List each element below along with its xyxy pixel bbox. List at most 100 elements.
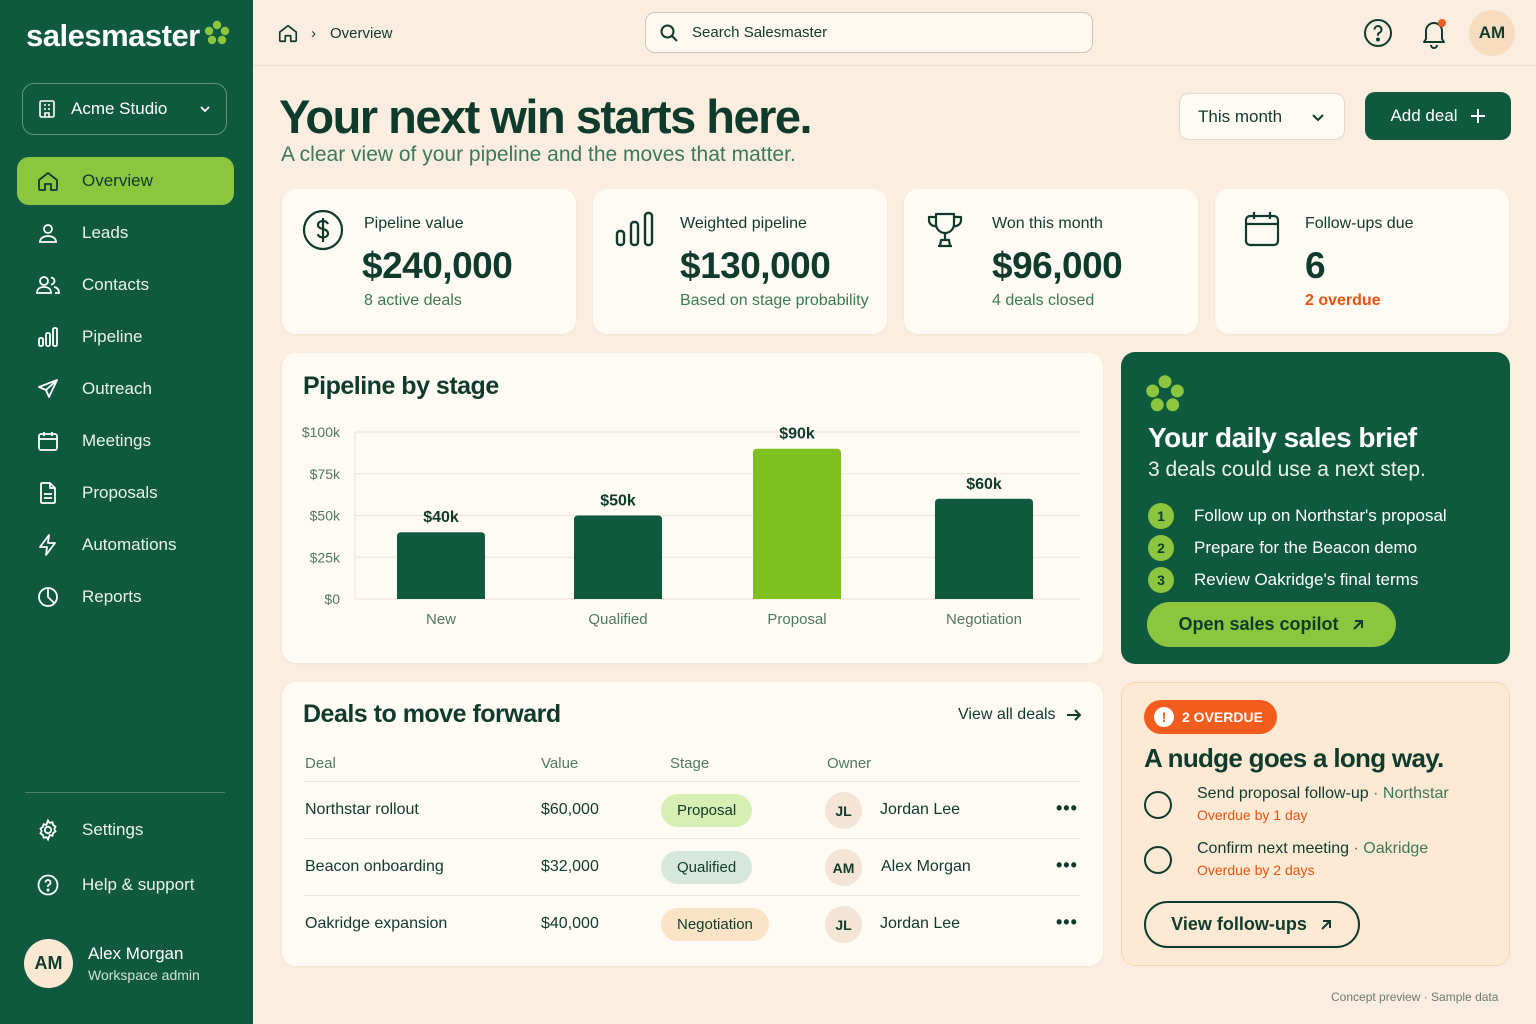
deal-name[interactable]: Beacon onboarding <box>305 858 444 876</box>
stat-card-follow-ups[interactable]: Follow-ups due 6 2 overdue <box>1215 189 1509 334</box>
follow-up-task: Send proposal follow-up · Northstar Over… <box>1144 785 1449 823</box>
users-icon <box>35 272 61 298</box>
app-logo[interactable]: salesmaster <box>26 18 230 54</box>
stat-note: 4 deals closed <box>992 292 1095 309</box>
brief-item-text: Prepare for the Beacon demo <box>1194 538 1418 557</box>
table-row[interactable]: Beacon onboarding $32,000 Qualified AM A… <box>304 838 1080 895</box>
sidebar-item-automations[interactable]: Automations <box>17 521 234 569</box>
bar-data-label: $60k <box>966 476 1002 493</box>
brief-item[interactable]: 2 Prepare for the Beacon demo <box>1148 532 1447 564</box>
follow-ups-title: A nudge goes a long way. <box>1144 743 1444 773</box>
bar-new <box>397 532 485 599</box>
stat-label: Pipeline value <box>364 215 464 232</box>
x-tick-label: Proposal <box>767 611 826 628</box>
sidebar-item-pipeline[interactable]: Pipeline <box>17 313 234 361</box>
view-all-deals-link[interactable]: View all deals <box>958 706 1082 724</box>
help-button[interactable] <box>1363 18 1393 48</box>
sidebar-item-reports[interactable]: Reports <box>17 573 234 621</box>
avatar[interactable]: AM <box>1469 10 1515 56</box>
sidebar-item-meetings[interactable]: Meetings <box>17 417 234 465</box>
stage-badge: Proposal <box>661 794 753 827</box>
stat-card-won-this-month[interactable]: Won this month $96,000 4 deals closed <box>904 189 1198 334</box>
sparkle-icon <box>1146 375 1184 412</box>
y-tick-label: $75k <box>310 466 341 482</box>
step-number: 1 <box>1148 503 1174 529</box>
help-icon <box>35 872 61 898</box>
deal-value: $60,000 <box>541 801 599 818</box>
deal-value: $40,000 <box>541 915 599 932</box>
more-options-icon[interactable]: ••• <box>1056 798 1078 819</box>
brief-title: Your daily sales brief <box>1148 422 1417 453</box>
x-tick-label: New <box>426 611 456 628</box>
more-options-icon[interactable]: ••• <box>1056 912 1078 933</box>
sidebar-item-proposals[interactable]: Proposals <box>17 469 234 517</box>
column-header-owner[interactable]: Owner <box>827 755 871 772</box>
table-row[interactable]: Northstar rollout $60,000 Proposal JL Jo… <box>304 781 1080 838</box>
step-number: 2 <box>1148 535 1174 561</box>
stat-value: $96,000 <box>992 245 1123 286</box>
task-title[interactable]: Send proposal follow-up <box>1197 785 1369 802</box>
sidebar-item-label: Contacts <box>82 275 150 294</box>
sidebar-item-label: Reports <box>82 587 142 606</box>
search-input[interactable]: Search Salesmaster <box>645 12 1093 53</box>
avatar: AM <box>24 939 73 988</box>
sidebar-bottom-nav: Settings Help & support <box>17 806 234 916</box>
help-icon <box>1364 19 1392 47</box>
stat-label: Weighted pipeline <box>680 215 807 232</box>
period-select[interactable]: This month <box>1179 93 1345 140</box>
add-deal-button[interactable]: Add deal <box>1365 92 1511 140</box>
sidebar-item-outreach[interactable]: Outreach <box>17 365 234 413</box>
dollar-icon <box>302 209 344 251</box>
task-title[interactable]: Confirm next meeting <box>1197 840 1349 857</box>
sidebar-item-leads[interactable]: Leads <box>17 209 234 257</box>
bar-qualified <box>574 515 662 599</box>
bell-icon <box>1423 19 1446 49</box>
deal-name[interactable]: Northstar rollout <box>305 801 419 819</box>
chevron-down-icon <box>200 106 210 113</box>
open-copilot-button[interactable]: Open sales copilot <box>1147 602 1396 647</box>
column-header-deal[interactable]: Deal <box>305 755 336 772</box>
step-number: 3 <box>1148 567 1174 593</box>
sidebar-item-contacts[interactable]: Contacts <box>17 261 234 309</box>
arrow-right-icon <box>1066 709 1081 721</box>
sidebar-item-help[interactable]: Help & support <box>17 861 234 909</box>
avatar: AM <box>825 849 862 886</box>
pipeline-chart-card: Pipeline by stage $0 $25k $50k $75k $100k $40… <box>282 353 1103 663</box>
task-checkbox[interactable] <box>1144 846 1172 874</box>
gear-icon <box>35 817 61 843</box>
lightning-icon <box>35 532 61 558</box>
task-account: · Oakridge <box>1353 840 1429 857</box>
view-follow-ups-button[interactable]: View follow-ups <box>1144 901 1360 948</box>
top-bar: › Overview Search Salesmaster AM <box>253 0 1536 66</box>
y-tick-label: $50k <box>310 508 341 524</box>
follow-up-task: Confirm next meeting · Oakridge Overdue … <box>1144 840 1428 878</box>
bar-data-label: $50k <box>600 493 636 510</box>
y-tick-label: $25k <box>310 549 341 565</box>
sidebar-item-settings[interactable]: Settings <box>17 806 234 854</box>
stat-card-weighted-pipeline[interactable]: Weighted pipeline $130,000 Based on stag… <box>593 189 887 334</box>
table-row[interactable]: Oakridge expansion $40,000 Negotiation J… <box>304 895 1080 952</box>
task-checkbox[interactable] <box>1144 791 1172 819</box>
brief-item[interactable]: 3 Review Oakridge's final terms <box>1148 564 1447 596</box>
brief-item[interactable]: 1 Follow up on Northstar's proposal <box>1148 500 1447 532</box>
stat-card-pipeline-value[interactable]: Pipeline value $240,000 8 active deals <box>282 189 576 334</box>
y-tick-label: $100k <box>302 424 341 440</box>
stage-badge: Qualified <box>661 851 753 884</box>
breadcrumb-separator-icon: › <box>311 24 316 42</box>
workspace-switcher[interactable]: Acme Studio <box>22 83 227 135</box>
user-profile[interactable]: AM Alex Morgan Workspace admin <box>24 939 200 988</box>
footer-note: Concept preview · Sample data <box>1331 990 1499 1004</box>
bar-data-label: $40k <box>423 509 459 526</box>
breadcrumb-current: Overview <box>330 24 393 42</box>
column-header-value[interactable]: Value <box>541 755 578 772</box>
sidebar-item-overview[interactable]: Overview <box>17 157 234 205</box>
deal-name[interactable]: Oakridge expansion <box>305 915 447 933</box>
column-header-stage[interactable]: Stage <box>670 755 709 772</box>
notifications-button[interactable] <box>1419 17 1449 49</box>
pipeline-chart: $0 $25k $50k $75k $100k $40k New $50k Qualified $… <box>302 424 1080 628</box>
stat-label: Follow-ups due <box>1305 215 1414 232</box>
follow-ups-card: ! 2 OVERDUE A nudge goes a long way. Sen… <box>1121 682 1510 966</box>
brief-item-text: Follow up on Northstar's proposal <box>1194 506 1447 525</box>
home-icon[interactable] <box>277 22 299 44</box>
more-options-icon[interactable]: ••• <box>1056 855 1078 876</box>
